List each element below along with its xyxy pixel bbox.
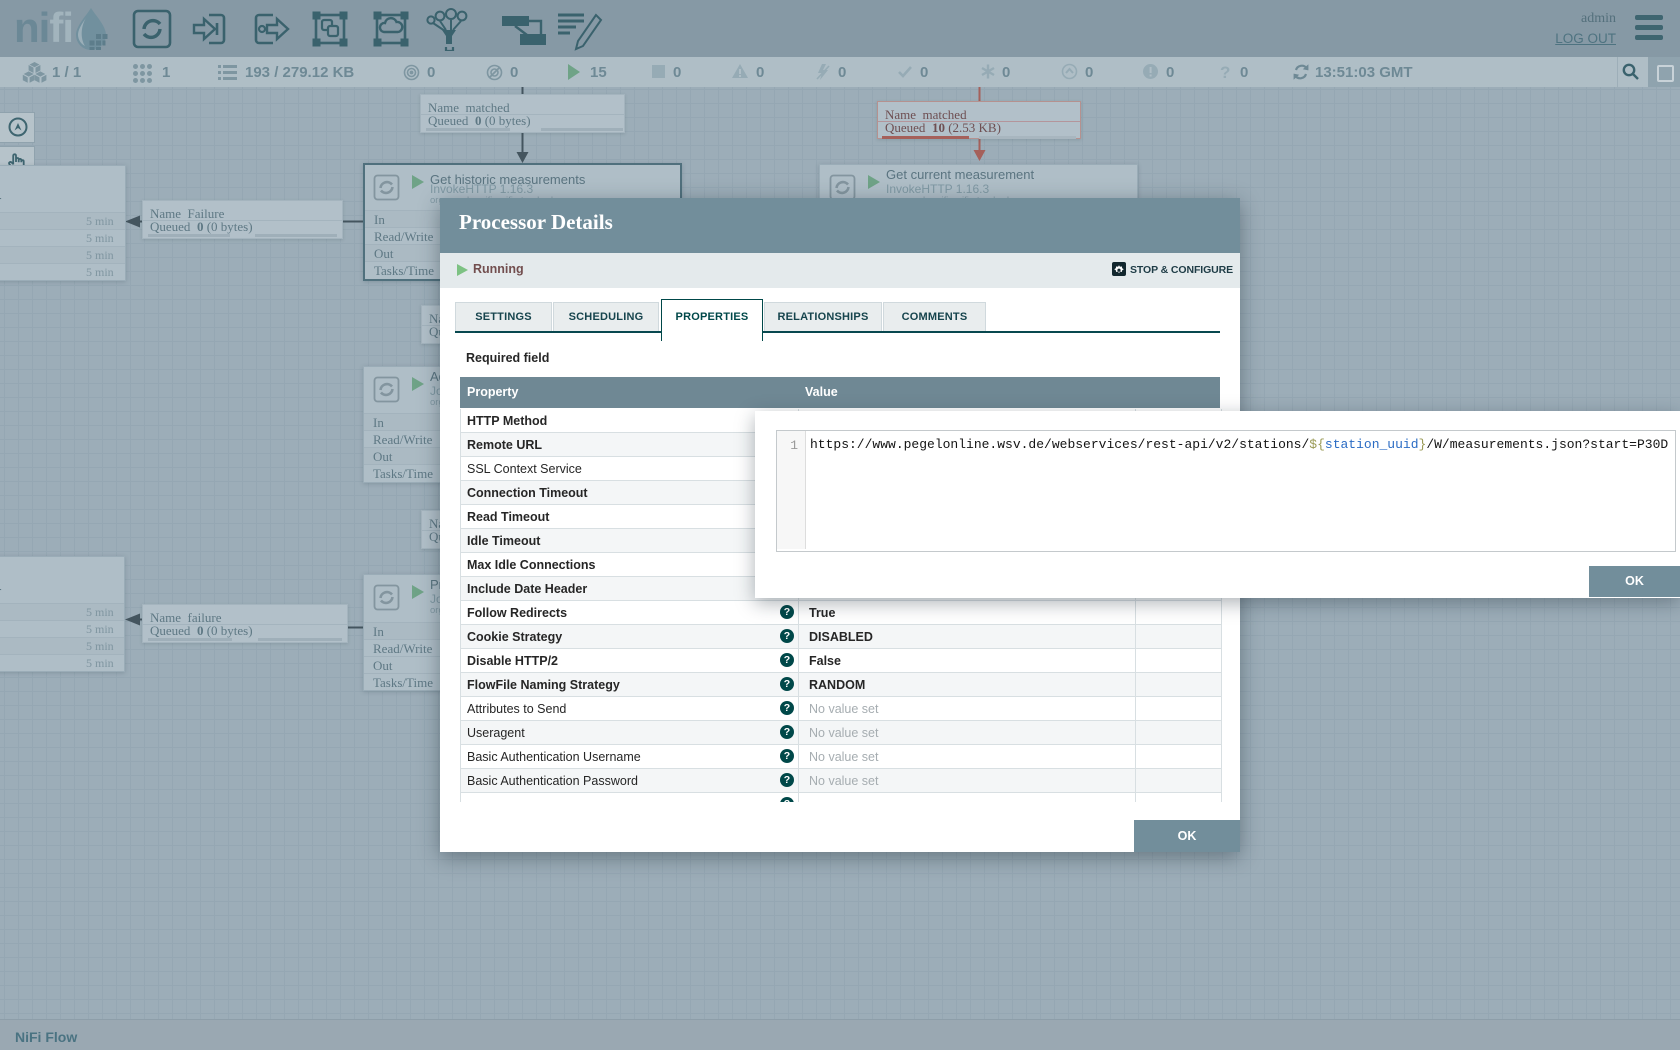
svg-text:?: ?	[1220, 63, 1230, 82]
